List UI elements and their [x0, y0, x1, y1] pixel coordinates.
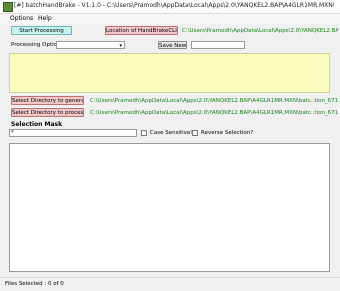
- status-bar: Files Selected : 0 of 0: [0, 277, 340, 291]
- case-sensitive-label: Case Sensitive?: [150, 130, 194, 136]
- window-title: [#] batchHandBrake - V1.1.0 - C:\Users\P…: [14, 2, 334, 9]
- preset-name-input[interactable]: [191, 41, 245, 49]
- case-sensitive-checkbox[interactable]: [141, 130, 147, 136]
- chevron-down-icon: ▾: [119, 43, 122, 49]
- handbrake-path-label: C:\Users\Pramodh\AppData\Local\Apps\2.0\…: [182, 28, 338, 34]
- reverse-selection-label: Reverse Selection?: [201, 130, 254, 136]
- generate-dir-path: C:\Users\Pramodh\AppData\Local\Apps\2.0\…: [90, 98, 338, 104]
- select-generate-dir-button[interactable]: Select Directory to generate into: [11, 96, 84, 105]
- selection-mask-title: Selection Mask: [11, 121, 63, 128]
- location-handbrake-button[interactable]: Location of HandBrakeCLI.exe: [105, 26, 178, 35]
- processing-options-select[interactable]: ▾: [56, 41, 125, 49]
- menu-help[interactable]: Help: [38, 15, 52, 22]
- start-processing-button[interactable]: Start Processing: [11, 26, 72, 35]
- main-window: [#] batchHandBrake - V1.1.0 - C:\Users\P…: [0, 0, 340, 291]
- save-new-button[interactable]: Save New: [158, 41, 187, 49]
- status-text: Files Selected : 0 of 0: [5, 281, 64, 287]
- menu-options[interactable]: Options: [10, 15, 33, 22]
- title-bar[interactable]: [#] batchHandBrake - V1.1.0 - C:\Users\P…: [0, 0, 340, 14]
- select-process-dir-button[interactable]: Select Directory to process: [11, 108, 84, 117]
- reverse-selection-checkbox[interactable]: [192, 130, 198, 136]
- process-dir-path: C:\Users\Pramodh\AppData\Local\Apps\2.0\…: [90, 110, 338, 116]
- file-list[interactable]: [9, 143, 330, 272]
- app-icon: [3, 2, 13, 12]
- processing-options-area[interactable]: [9, 53, 330, 93]
- selection-mask-input[interactable]: *: [9, 129, 137, 137]
- menu-bar: Options Help: [0, 14, 340, 24]
